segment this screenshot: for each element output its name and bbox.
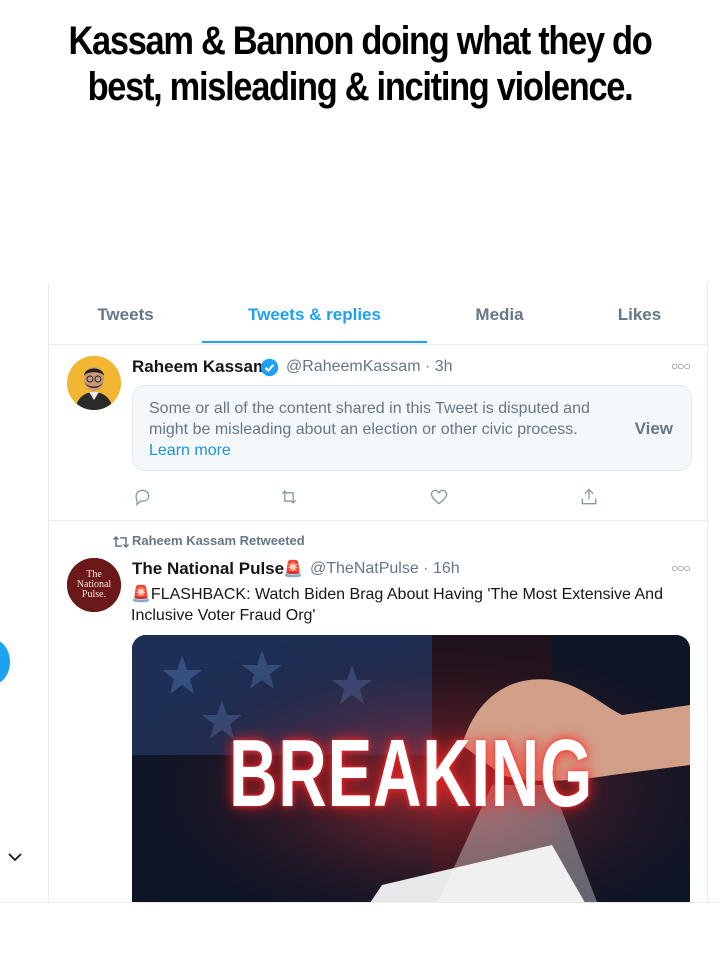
tweet-author-name[interactable]: The National Pulse xyxy=(132,559,284,579)
more-dots-icon[interactable]: ○○○ xyxy=(671,359,691,373)
chevron-down-icon[interactable] xyxy=(7,851,23,863)
svg-text:Pulse.: Pulse. xyxy=(82,589,106,600)
tab-media[interactable]: Media xyxy=(427,283,572,343)
notice-text: Some or all of the content shared in thi… xyxy=(149,398,619,461)
notice-message: Some or all of the content shared in thi… xyxy=(149,400,590,438)
profile-tabs: Tweets Tweets & replies Media Likes xyxy=(49,283,707,345)
tweet-author-name[interactable]: Raheem Kassam xyxy=(132,357,268,377)
avatar-image xyxy=(67,356,121,410)
misleading-notice: Some or all of the content shared in thi… xyxy=(132,385,692,471)
tab-likes[interactable]: Likes xyxy=(572,283,707,343)
tweet-text: 🚨FLASHBACK: Watch Biden Brag About Havin… xyxy=(131,584,676,626)
breaking-banner-text: BREAKING xyxy=(228,720,593,827)
page-divider xyxy=(0,902,720,903)
tweet-media[interactable]: BREAKING xyxy=(132,635,690,903)
like-icon[interactable] xyxy=(429,487,449,507)
caption-line-1: Kassam & Bannon doing what they do xyxy=(68,19,652,63)
verified-badge-icon xyxy=(260,358,279,377)
tweet[interactable]: Raheem Kassam @RaheemKassam · 3h ○○○ Som… xyxy=(49,345,707,521)
national-pulse-logo: The National Pulse. xyxy=(67,558,121,612)
avatar[interactable]: The National Pulse. xyxy=(67,558,121,612)
siren-emoji: 🚨 xyxy=(283,561,303,578)
profile-timeline: Tweets Tweets & replies Media Likes Rahe… xyxy=(48,283,708,903)
siren-emoji: 🚨 xyxy=(131,586,151,603)
retweeted-icon xyxy=(112,535,130,549)
compose-tweet-button[interactable] xyxy=(0,640,10,684)
tweet-handle-time[interactable]: @RaheemKassam · 3h xyxy=(286,358,453,376)
view-button[interactable]: View xyxy=(635,419,673,439)
learn-more-link[interactable]: Learn more xyxy=(149,442,231,459)
reply-icon[interactable] xyxy=(132,487,152,507)
tweet-handle-time[interactable]: @TheNatPulse · 16h xyxy=(310,560,460,578)
more-dots-icon[interactable]: ○○○ xyxy=(671,561,691,575)
caption-line-2: best, misleading & inciting violence. xyxy=(87,65,634,109)
avatar[interactable] xyxy=(67,356,121,410)
tab-tweets[interactable]: Tweets xyxy=(49,283,202,343)
meme-caption: Kassam & Bannon doing what they do best,… xyxy=(50,18,669,110)
share-icon[interactable] xyxy=(579,487,599,507)
tweet-body: FLASHBACK: Watch Biden Brag About Having… xyxy=(131,586,663,624)
tweet-actions xyxy=(132,487,632,507)
tab-tweets-and-replies[interactable]: Tweets & replies xyxy=(202,283,427,343)
retweeted-by-label[interactable]: Raheem Kassam Retweeted xyxy=(132,533,305,548)
retweet-icon[interactable] xyxy=(279,487,299,507)
